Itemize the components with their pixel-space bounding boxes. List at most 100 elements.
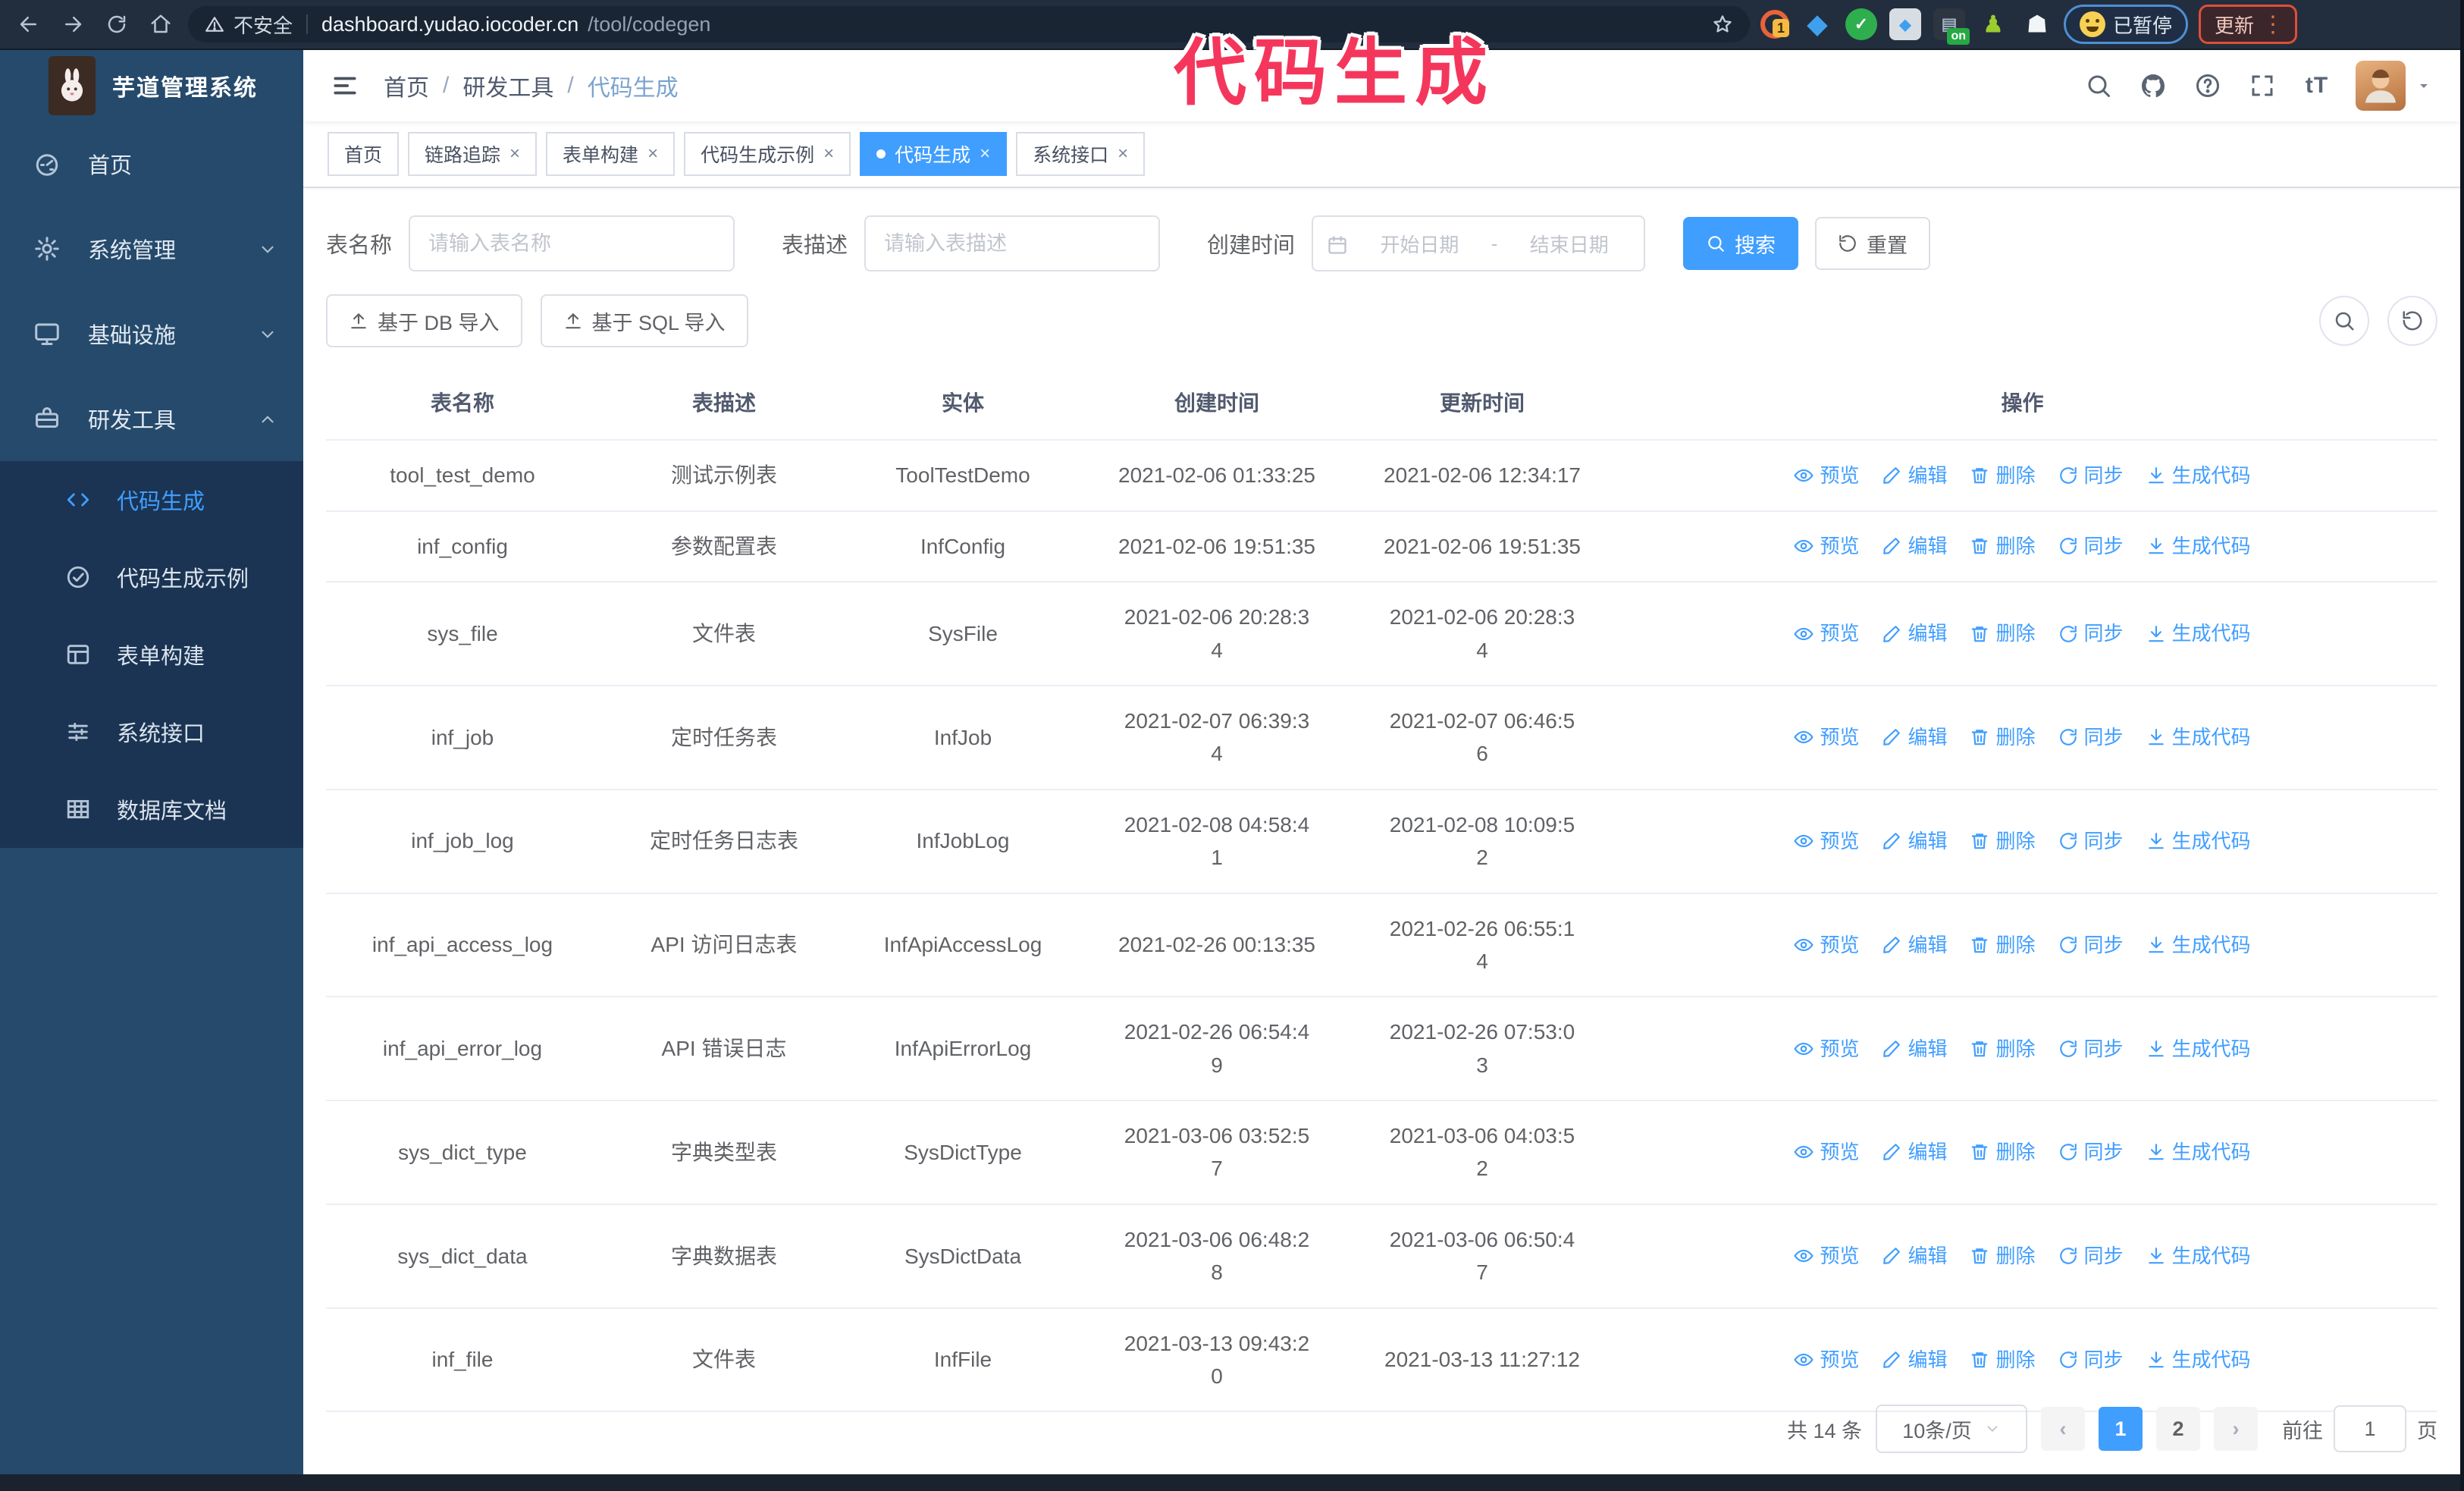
sidebar-item-codegen-example[interactable]: 代码生成示例	[0, 538, 303, 616]
sync-link[interactable]: 同步	[2058, 722, 2124, 752]
search-button[interactable]: 搜索	[1683, 217, 1799, 270]
tab-home[interactable]: 首页	[328, 132, 400, 176]
breadcrumb-home[interactable]: 首页	[384, 69, 429, 102]
bookmark-star-icon[interactable]	[1712, 14, 1733, 35]
edit-link[interactable]: 编辑	[1882, 1137, 1947, 1167]
sidebar-item-system-management[interactable]: 系统管理	[0, 206, 303, 291]
preview-link[interactable]: 预览	[1794, 930, 1859, 960]
delete-link[interactable]: 删除	[1970, 618, 2036, 648]
edit-link[interactable]: 编辑	[1882, 1345, 1947, 1375]
browser-back-icon[interactable]	[12, 8, 45, 41]
preview-link[interactable]: 预览	[1794, 1345, 1859, 1375]
sync-link[interactable]: 同步	[2058, 1241, 2124, 1271]
app-logo[interactable]: 芋道管理系统	[0, 50, 303, 121]
next-page-button[interactable]: ›	[2214, 1407, 2258, 1451]
tab-close-icon[interactable]: ×	[509, 143, 520, 165]
help-icon[interactable]	[2186, 64, 2230, 108]
extension-icon-1[interactable]: 1	[1760, 10, 1789, 39]
tab-form-builder[interactable]: 表单构建 ×	[546, 132, 676, 176]
extension-icon-2[interactable]: ◆	[1801, 8, 1833, 40]
edit-link[interactable]: 编辑	[1882, 930, 1947, 960]
edit-link[interactable]: 编辑	[1882, 722, 1947, 752]
extension-icon-7[interactable]: ☗	[2021, 8, 2053, 40]
sync-link[interactable]: 同步	[2058, 1345, 2124, 1375]
fullscreen-icon[interactable]	[2240, 64, 2284, 108]
generate-code-link[interactable]: 生成代码	[2146, 930, 2251, 960]
goto-page-input[interactable]	[2334, 1405, 2406, 1452]
delete-link[interactable]: 删除	[1970, 1137, 2036, 1167]
tab-codegen-example[interactable]: 代码生成示例 ×	[684, 132, 851, 176]
sync-link[interactable]: 同步	[2058, 1034, 2124, 1064]
browser-update-button[interactable]: 更新 ⋮	[2199, 5, 2298, 44]
sidebar-item-home[interactable]: 首页	[0, 121, 303, 206]
browser-menu-icon[interactable]: ⋮	[2262, 11, 2284, 38]
browser-reload-icon[interactable]	[100, 8, 133, 41]
generate-code-link[interactable]: 生成代码	[2146, 826, 2251, 856]
preview-link[interactable]: 预览	[1794, 1241, 1859, 1271]
url-bar[interactable]: 不安全 dashboard.yudao.iocoder.cn /tool/cod…	[188, 6, 1750, 42]
extension-icon-5[interactable]: ▤ on	[1933, 8, 1970, 45]
sync-link[interactable]: 同步	[2058, 531, 2124, 561]
edit-link[interactable]: 编辑	[1882, 826, 1947, 856]
browser-home-icon[interactable]	[144, 8, 177, 41]
sidebar-item-system-api[interactable]: 系统接口	[0, 693, 303, 771]
extension-icon-3[interactable]: ✓	[1845, 8, 1877, 40]
profile-paused-chip[interactable]: 已暂停	[2064, 5, 2189, 44]
preview-link[interactable]: 预览	[1794, 722, 1859, 752]
header-search-icon[interactable]	[2077, 64, 2121, 108]
page-button-1[interactable]: 1	[2099, 1407, 2143, 1451]
tab-close-icon[interactable]: ×	[647, 143, 658, 165]
sidebar-item-infrastructure[interactable]: 基础设施	[0, 291, 303, 376]
breadcrumb-dev-tools[interactable]: 研发工具	[462, 69, 553, 102]
generate-code-link[interactable]: 生成代码	[2146, 1034, 2251, 1064]
delete-link[interactable]: 删除	[1970, 1034, 2036, 1064]
extension-icon-4[interactable]: ◆	[1889, 8, 1921, 40]
sync-link[interactable]: 同步	[2058, 930, 2124, 960]
browser-forward-icon[interactable]	[56, 8, 89, 41]
generate-code-link[interactable]: 生成代码	[2146, 531, 2251, 561]
sidebar-item-dev-tools[interactable]: 研发工具	[0, 376, 303, 461]
sync-link[interactable]: 同步	[2058, 1137, 2124, 1167]
page-size-select[interactable]: 10条/页	[1876, 1405, 2027, 1453]
generate-code-link[interactable]: 生成代码	[2146, 460, 2251, 491]
preview-link[interactable]: 预览	[1794, 460, 1859, 491]
avatar-caret-icon[interactable]	[2415, 77, 2433, 95]
tab-close-icon[interactable]: ×	[823, 143, 834, 165]
preview-link[interactable]: 预览	[1794, 1137, 1859, 1167]
sync-link[interactable]: 同步	[2058, 618, 2124, 648]
sidebar-collapse-icon[interactable]	[331, 71, 359, 100]
delete-link[interactable]: 删除	[1970, 531, 2036, 561]
delete-link[interactable]: 删除	[1970, 930, 2036, 960]
github-icon[interactable]	[2131, 64, 2175, 108]
reset-button[interactable]: 重置	[1815, 217, 1931, 270]
prev-page-button[interactable]: ‹	[2041, 1407, 2085, 1451]
sync-link[interactable]: 同步	[2058, 826, 2124, 856]
generate-code-link[interactable]: 生成代码	[2146, 1137, 2251, 1167]
generate-code-link[interactable]: 生成代码	[2146, 618, 2251, 648]
font-size-icon[interactable]: tT	[2295, 64, 2339, 108]
tab-close-icon[interactable]: ×	[980, 143, 990, 165]
user-avatar[interactable]	[2356, 61, 2406, 111]
delete-link[interactable]: 删除	[1970, 722, 2036, 752]
sidebar-item-db-docs[interactable]: 数据库文档	[0, 771, 303, 848]
preview-link[interactable]: 预览	[1794, 1034, 1859, 1064]
sidebar-item-code-generation[interactable]: 代码生成	[0, 461, 303, 538]
edit-link[interactable]: 编辑	[1882, 531, 1947, 561]
tab-code-generation[interactable]: 代码生成 ×	[860, 132, 1008, 176]
import-sql-button[interactable]: 基于 SQL 导入	[540, 294, 748, 347]
table-desc-input[interactable]	[864, 215, 1161, 272]
sidebar-item-form-builder[interactable]: 表单构建	[0, 616, 303, 693]
toggle-search-button[interactable]	[2319, 296, 2369, 346]
date-range-picker[interactable]: 开始日期 - 结束日期	[1312, 215, 1646, 272]
edit-link[interactable]: 编辑	[1882, 618, 1947, 648]
import-db-button[interactable]: 基于 DB 导入	[326, 294, 522, 347]
preview-link[interactable]: 预览	[1794, 531, 1859, 561]
delete-link[interactable]: 删除	[1970, 1345, 2036, 1375]
tab-system-api[interactable]: 系统接口 ×	[1016, 132, 1146, 176]
edit-link[interactable]: 编辑	[1882, 460, 1947, 491]
extension-icon-6[interactable]: ♟	[1977, 8, 2009, 40]
edit-link[interactable]: 编辑	[1882, 1034, 1947, 1064]
edit-link[interactable]: 编辑	[1882, 1241, 1947, 1271]
refresh-table-button[interactable]	[2387, 296, 2437, 346]
sync-link[interactable]: 同步	[2058, 460, 2124, 491]
